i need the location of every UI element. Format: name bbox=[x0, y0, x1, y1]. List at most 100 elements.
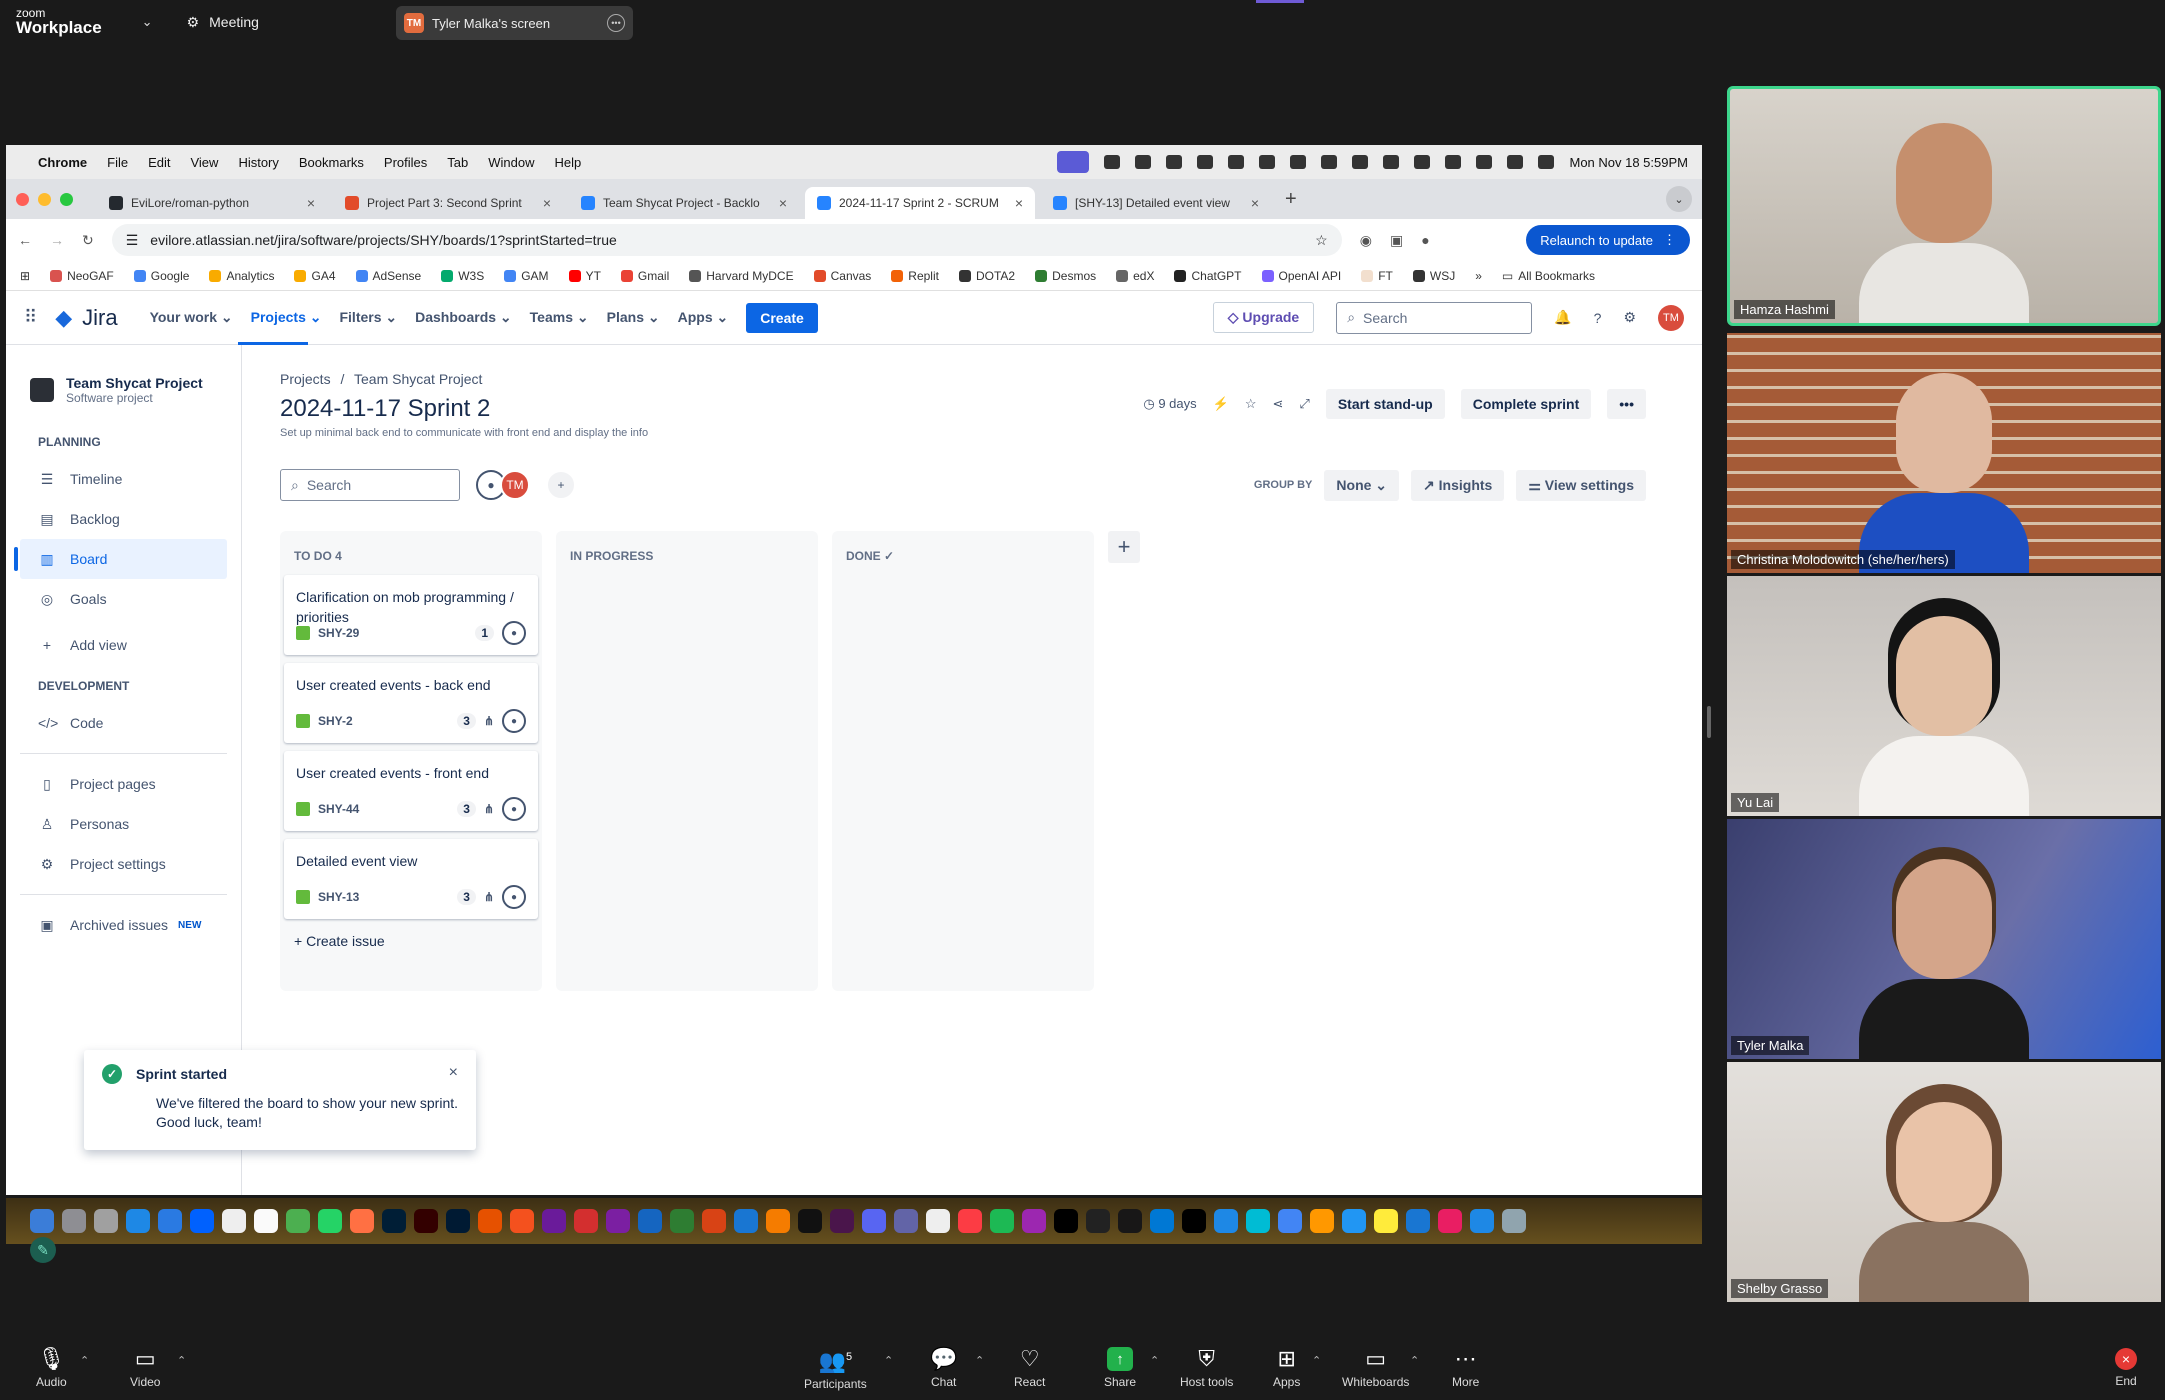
grid-icon[interactable] bbox=[1321, 155, 1338, 169]
issue-key[interactable]: SHY-13 bbox=[318, 890, 359, 904]
bookmark[interactable]: edX bbox=[1116, 269, 1154, 283]
add-view-button[interactable]: + Add view bbox=[20, 625, 227, 665]
wifi-icon[interactable] bbox=[1445, 155, 1462, 169]
sprint-time-remaining[interactable]: ◷ 9 days bbox=[1143, 396, 1196, 412]
issue-card[interactable]: Detailed event view SHY-13 3 ⋔ ● bbox=[284, 839, 538, 919]
lightroom-icon[interactable] bbox=[446, 1209, 470, 1233]
app-icon[interactable] bbox=[1182, 1209, 1206, 1233]
app-icon[interactable] bbox=[478, 1209, 502, 1233]
annotate-pen-icon[interactable]: ✎ bbox=[30, 1237, 56, 1263]
menu-history[interactable]: History bbox=[238, 155, 278, 170]
fullscreen-icon[interactable]: ⤢ bbox=[1299, 396, 1309, 412]
view-settings-button[interactable]: ⚌ View settings bbox=[1516, 469, 1646, 501]
battery-icon[interactable] bbox=[1414, 155, 1431, 169]
app-icon[interactable] bbox=[1246, 1209, 1270, 1233]
browser-tab[interactable]: [SHY-13] Detailed event view × bbox=[1041, 187, 1271, 219]
app-icon[interactable] bbox=[766, 1209, 790, 1233]
bookmark[interactable]: ChatGPT bbox=[1174, 269, 1242, 283]
menu-bookmarks[interactable]: Bookmarks bbox=[299, 155, 364, 170]
zoom-icon[interactable] bbox=[1214, 1209, 1238, 1233]
chevron-up-icon[interactable]: ⌃ bbox=[177, 1354, 186, 1367]
more-options-icon[interactable]: ••• bbox=[607, 14, 625, 32]
app-switcher-icon[interactable]: ⠿ bbox=[24, 307, 37, 328]
nav-dashboards[interactable]: Dashboards ⌄ bbox=[415, 309, 512, 326]
bookmark[interactable]: Harvard MyDCE bbox=[689, 269, 794, 283]
nav-plans[interactable]: Plans ⌄ bbox=[607, 309, 660, 326]
video-tile[interactable]: Christina Molodowitch (she/her/hers) bbox=[1727, 333, 2161, 573]
close-icon[interactable]: × bbox=[307, 195, 315, 211]
close-window-button[interactable] bbox=[16, 192, 29, 206]
outlook-icon[interactable] bbox=[734, 1209, 758, 1233]
sidebar-item-project-pages[interactable]: ▯ Project pages bbox=[20, 764, 227, 804]
unassigned-avatar[interactable]: ● bbox=[502, 709, 526, 733]
automation-icon[interactable]: ⚡ bbox=[1213, 396, 1229, 412]
meeting-menu[interactable]: ⚙ Meeting bbox=[187, 14, 259, 31]
browser-tab[interactable]: Team Shycat Project - Backlo × bbox=[569, 187, 799, 219]
dropbox-icon[interactable] bbox=[190, 1209, 214, 1233]
search-icon[interactable] bbox=[1476, 155, 1493, 169]
app-store-icon[interactable] bbox=[126, 1209, 150, 1233]
menu-window[interactable]: Window bbox=[488, 155, 534, 170]
spotify-icon[interactable] bbox=[990, 1209, 1014, 1233]
tray-icon[interactable] bbox=[1197, 155, 1214, 169]
mac-app-name[interactable]: Chrome bbox=[38, 155, 87, 170]
onenote-icon[interactable] bbox=[606, 1209, 630, 1233]
close-icon[interactable]: × bbox=[543, 195, 551, 211]
create-button[interactable]: Create bbox=[746, 302, 818, 333]
share-button[interactable]: ↑ Share bbox=[1104, 1347, 1136, 1389]
bookmark[interactable]: Desmos bbox=[1035, 269, 1096, 283]
discord-icon[interactable] bbox=[862, 1209, 886, 1233]
bookmark[interactable]: Replit bbox=[891, 269, 939, 283]
app-icon[interactable] bbox=[1406, 1209, 1430, 1233]
tab-search-icon[interactable]: ⌄ bbox=[1666, 186, 1692, 212]
chevron-down-icon[interactable]: ⌄ bbox=[142, 14, 153, 30]
play-icon[interactable] bbox=[1383, 155, 1400, 169]
trash-icon[interactable] bbox=[1502, 1209, 1526, 1233]
nav-filters[interactable]: Filters ⌄ bbox=[339, 309, 397, 326]
menu-file[interactable]: File bbox=[107, 155, 128, 170]
tray-icon[interactable] bbox=[1228, 155, 1245, 169]
browser-tab[interactable]: Project Part 3: Second Sprint × bbox=[333, 187, 563, 219]
tray-icon[interactable] bbox=[1290, 155, 1307, 169]
video-tile[interactable]: Hamza Hashmi bbox=[1727, 86, 2161, 326]
nav-teams[interactable]: Teams ⌄ bbox=[530, 309, 589, 326]
powerpoint-icon[interactable] bbox=[702, 1209, 726, 1233]
nav-apps[interactable]: Apps ⌄ bbox=[678, 309, 729, 326]
new-tab-button[interactable]: + bbox=[1277, 188, 1305, 211]
issue-card[interactable]: Clarification on mob programming / prior… bbox=[284, 575, 538, 655]
jira-logo[interactable]: ◆ Jira bbox=[55, 305, 117, 331]
issue-card[interactable]: User created events - front end SHY-44 3… bbox=[284, 751, 538, 831]
acrobat-icon[interactable] bbox=[574, 1209, 598, 1233]
sidebar-item-goals[interactable]: ◎ Goals bbox=[20, 579, 227, 619]
siri-icon[interactable] bbox=[1538, 155, 1555, 169]
back-icon[interactable]: ← bbox=[18, 232, 32, 248]
relaunch-button[interactable]: Relaunch to update ⋮ bbox=[1526, 225, 1690, 255]
calendar-icon[interactable] bbox=[254, 1209, 278, 1233]
breadcrumb-projects[interactable]: Projects bbox=[280, 371, 331, 387]
bookmark[interactable]: FT bbox=[1361, 269, 1393, 283]
minimize-window-button[interactable] bbox=[38, 192, 51, 206]
add-column-button[interactable]: + bbox=[1108, 531, 1140, 563]
browser-tab[interactable]: EviLore/roman-python × bbox=[97, 187, 327, 219]
zoom-window-button[interactable] bbox=[60, 192, 73, 206]
unassigned-avatar[interactable]: ● bbox=[502, 621, 526, 645]
app-icon[interactable] bbox=[542, 1209, 566, 1233]
issue-card[interactable]: User created events - back end SHY-2 3 ⋔… bbox=[284, 663, 538, 743]
more-bookmarks-icon[interactable]: » bbox=[1475, 269, 1482, 283]
bookmark[interactable]: Analytics bbox=[209, 269, 274, 283]
insights-button[interactable]: ↗ Insights bbox=[1411, 469, 1505, 501]
slack-icon[interactable] bbox=[830, 1209, 854, 1233]
issue-key[interactable]: SHY-44 bbox=[318, 802, 359, 816]
bookmark[interactable]: DOTA2 bbox=[958, 269, 1015, 283]
user-avatar[interactable]: TM bbox=[1658, 304, 1684, 331]
breadcrumb-project[interactable]: Team Shycat Project bbox=[354, 371, 482, 387]
bookmark[interactable]: NeoGAF bbox=[50, 269, 114, 283]
control-center-icon[interactable] bbox=[1507, 155, 1524, 169]
bookmark[interactable]: OpenAI API bbox=[1261, 269, 1341, 283]
terminal-icon[interactable] bbox=[1086, 1209, 1110, 1233]
nav-projects[interactable]: Projects ⌄ bbox=[251, 309, 322, 326]
user-filter-avatar[interactable]: TM bbox=[500, 470, 530, 500]
split-handle[interactable] bbox=[1707, 706, 1711, 738]
bookmark[interactable]: Canvas bbox=[813, 269, 871, 283]
tray-icon[interactable] bbox=[1104, 155, 1121, 169]
